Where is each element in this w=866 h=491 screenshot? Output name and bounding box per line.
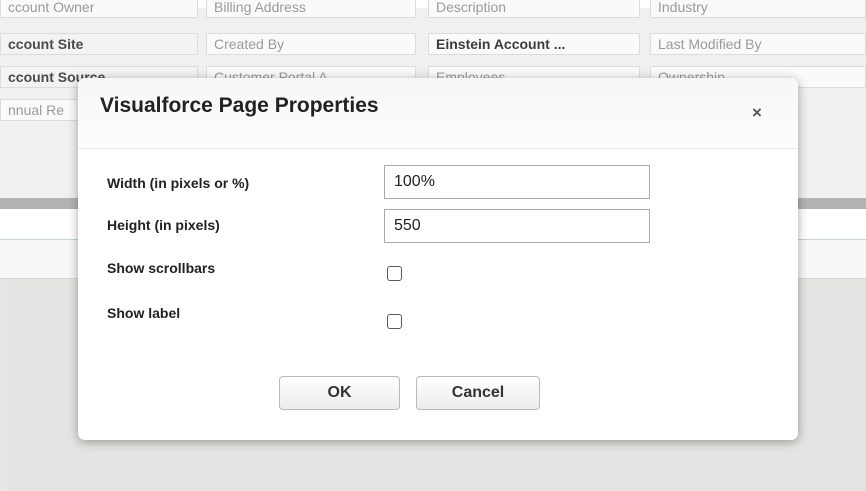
palette-field-created-by[interactable]: Created By [206,33,416,55]
dialog-title: Visualforce Page Properties [100,94,379,117]
height-label: Height (in pixels) [107,217,220,233]
palette-field-description[interactable]: Description [428,0,640,18]
show-label-label: Show label [107,305,181,321]
visualforce-properties-dialog: Visualforce Page Properties × Width (in … [78,78,798,440]
show-scrollbars-checkbox[interactable] [387,266,402,281]
palette-field-einstein-account[interactable]: Einstein Account ... [428,33,640,55]
palette-field-account-owner[interactable]: ccount Owner [0,0,198,18]
cancel-button[interactable]: Cancel [416,376,540,410]
width-label: Width (in pixels or %) [107,175,250,191]
show-scrollbars-label: Show scrollbars [107,260,216,276]
width-input[interactable] [384,165,650,199]
ok-button[interactable]: OK [279,376,400,410]
close-icon[interactable]: × [748,104,766,122]
show-label-checkbox[interactable] [387,314,402,329]
dialog-header: Visualforce Page Properties × [78,78,798,149]
height-input[interactable] [384,209,650,243]
palette-field-billing-address[interactable]: Billing Address [206,0,416,18]
palette-field-account-site[interactable]: ccount Site [0,33,198,55]
palette-field-industry[interactable]: Industry [650,0,866,18]
palette-field-last-modified-by[interactable]: Last Modified By [650,33,866,55]
